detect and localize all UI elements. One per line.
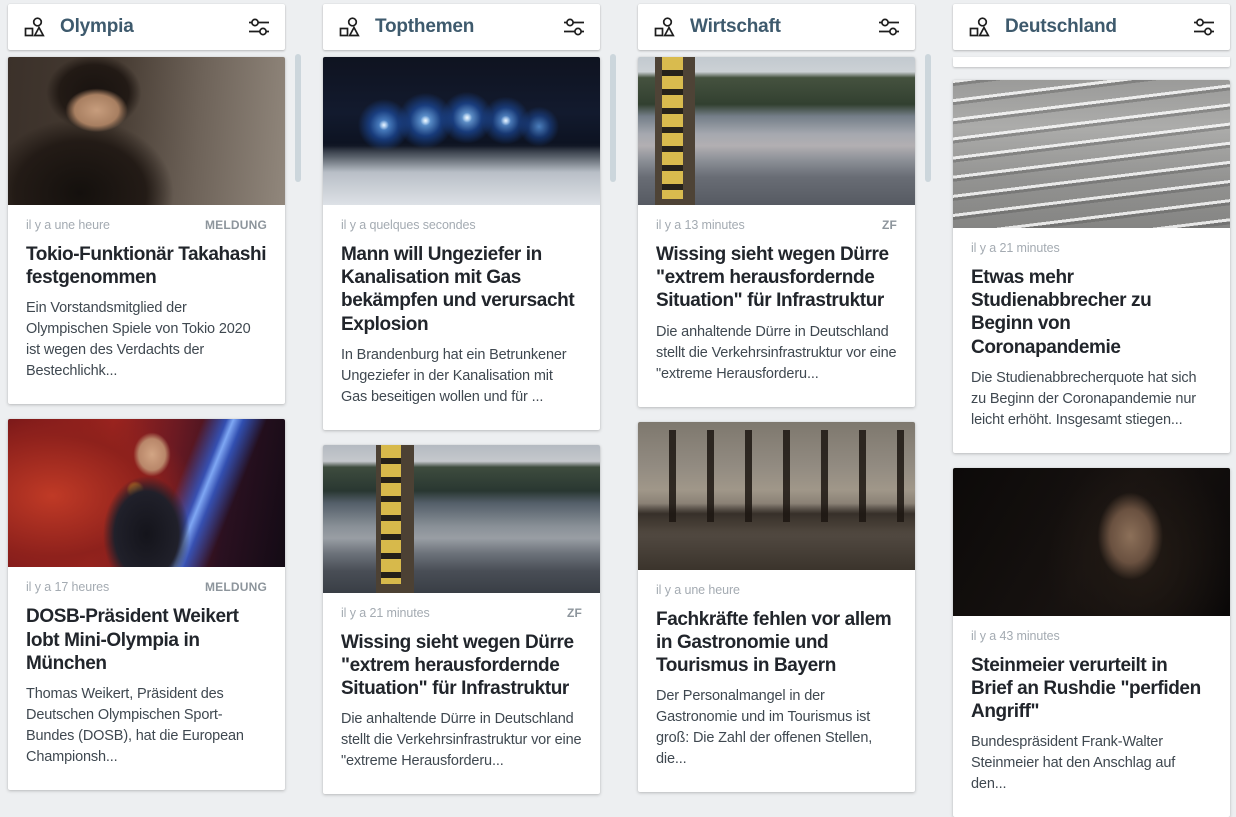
column-title: Topthemen	[375, 16, 562, 38]
column-title: Olympia	[60, 16, 247, 38]
article-photo-water-gauge	[323, 445, 600, 593]
news-card[interactable]: il y a 13 minutes ZF Wissing sieht wegen…	[638, 57, 915, 407]
news-card[interactable]: il y a 17 heures MELDUNG DOSB-Präsident …	[8, 419, 285, 790]
news-card[interactable]: il y a 21 minutes ZF Wissing sieht wegen…	[323, 445, 600, 795]
category-badge: MELDUNG	[205, 580, 267, 594]
card-list: il y a quelques secondes Mann will Ungez…	[323, 57, 600, 794]
headline: DOSB-Präsident Weikert lobt Mini-Olympia…	[26, 605, 267, 675]
headline: Wissing sieht wegen Dürre "extrem heraus…	[656, 243, 897, 313]
summary: Bundespräsident Frank-Walter Steinmeier …	[971, 732, 1212, 795]
timestamp: il y a 13 minutes	[656, 218, 745, 232]
timestamp: il y a une heure	[656, 583, 740, 597]
column-title: Wirtschaft	[690, 16, 877, 38]
column-header: Topthemen	[323, 4, 600, 50]
summary: Die anhaltende Dürre in Deutschland stel…	[341, 709, 582, 772]
article-photo-rushdie	[953, 468, 1230, 616]
headline: Steinmeier verurteilt in Brief an Rushdi…	[971, 654, 1212, 724]
card-content: il y a 21 minutes ZF Wissing sieht wegen…	[323, 593, 600, 795]
article-photo-water-gauge	[638, 57, 915, 205]
partial-previous-card[interactable]	[953, 57, 1230, 67]
news-card[interactable]: il y a 21 minutes Etwas mehr Studienabbr…	[953, 80, 1230, 453]
column-title: Deutschland	[1005, 16, 1192, 38]
summary: Der Personalmangel in der Gastronomie un…	[656, 686, 897, 770]
column-scrollbar[interactable]	[925, 54, 931, 182]
news-card[interactable]: il y a une heure MELDUNG Tokio-Funktionä…	[8, 57, 285, 404]
column-deutschland: Deutschland il y a 21 minutes Etwas mehr…	[953, 4, 1230, 817]
card-content: il y a 13 minutes ZF Wissing sieht wegen…	[638, 205, 915, 407]
card-content: il y a 17 heures MELDUNG DOSB-Präsident …	[8, 567, 285, 790]
category-badge: ZF	[882, 218, 897, 232]
column-header: Olympia	[8, 4, 285, 50]
timestamp: il y a 17 heures	[26, 580, 109, 594]
summary: Die Studienabbrecherquote hat sich zu Be…	[971, 368, 1212, 431]
filter-sliders-icon[interactable]	[877, 15, 901, 39]
filter-sliders-icon[interactable]	[247, 15, 271, 39]
card-content: il y a 21 minutes Etwas mehr Studienabbr…	[953, 228, 1230, 453]
headline: Fachkräfte fehlen vor allem in Gastronom…	[656, 608, 897, 678]
article-photo-exam-hall	[953, 80, 1230, 228]
card-content: il y a une heure Fachkräfte fehlen vor a…	[638, 570, 915, 793]
category-badge: ZF	[567, 606, 582, 620]
headline: Tokio-Funktionär Takahashi festgenommen	[26, 243, 267, 289]
timestamp: il y a quelques secondes	[341, 218, 476, 232]
summary: In Brandenburg hat ein Betrunkener Ungez…	[341, 345, 582, 408]
filter-sliders-icon[interactable]	[1192, 15, 1216, 39]
headline: Etwas mehr Studienabbrecher zu Beginn vo…	[971, 266, 1212, 359]
column-wirtschaft: Wirtschaft il y a 13 minutes ZF Wissing …	[638, 4, 915, 792]
column-olympia: Olympia il y a une heure MELDUNG Tokio-F…	[8, 4, 285, 790]
timestamp: il y a 21 minutes	[341, 606, 430, 620]
card-list: il y a une heure MELDUNG Tokio-Funktionä…	[8, 57, 285, 790]
timestamp: il y a 21 minutes	[971, 241, 1060, 255]
card-content: il y a 43 minutes Steinmeier verurteilt …	[953, 616, 1230, 817]
shapes-icon	[652, 15, 676, 39]
column-topthemen: Topthemen il y a quelques secondes Mann …	[323, 4, 600, 794]
card-content: il y a une heure MELDUNG Tokio-Funktionä…	[8, 205, 285, 404]
article-photo-stage-speaker	[8, 419, 285, 567]
filter-sliders-icon[interactable]	[562, 15, 586, 39]
summary: Die anhaltende Dürre in Deutschland stel…	[656, 322, 897, 385]
category-badge: MELDUNG	[205, 218, 267, 232]
summary: Thomas Weikert, Präsident des Deutschen …	[26, 684, 267, 768]
column-header: Deutschland	[953, 4, 1230, 50]
headline: Wissing sieht wegen Dürre "extrem heraus…	[341, 631, 582, 701]
news-card[interactable]: il y a 43 minutes Steinmeier verurteilt …	[953, 468, 1230, 817]
headline: Mann will Ungeziefer in Kanalisation mit…	[341, 243, 582, 336]
article-photo-takahashi	[8, 57, 285, 205]
timestamp: il y a une heure	[26, 218, 110, 232]
article-photo-police-light	[323, 57, 600, 205]
news-card[interactable]: il y a quelques secondes Mann will Ungez…	[323, 57, 600, 430]
shapes-icon	[967, 15, 991, 39]
card-content: il y a quelques secondes Mann will Ungez…	[323, 205, 600, 430]
article-photo-bar-stools	[638, 422, 915, 570]
column-scrollbar[interactable]	[295, 54, 301, 182]
card-list: il y a 13 minutes ZF Wissing sieht wegen…	[638, 57, 915, 792]
shapes-icon	[337, 15, 361, 39]
column-scrollbar[interactable]	[610, 54, 616, 182]
shapes-icon	[22, 15, 46, 39]
timestamp: il y a 43 minutes	[971, 629, 1060, 643]
news-card[interactable]: il y a une heure Fachkräfte fehlen vor a…	[638, 422, 915, 793]
column-header: Wirtschaft	[638, 4, 915, 50]
card-list: il y a 21 minutes Etwas mehr Studienabbr…	[953, 57, 1230, 817]
summary: Ein Vorstandsmitglied der Olympischen Sp…	[26, 298, 267, 382]
